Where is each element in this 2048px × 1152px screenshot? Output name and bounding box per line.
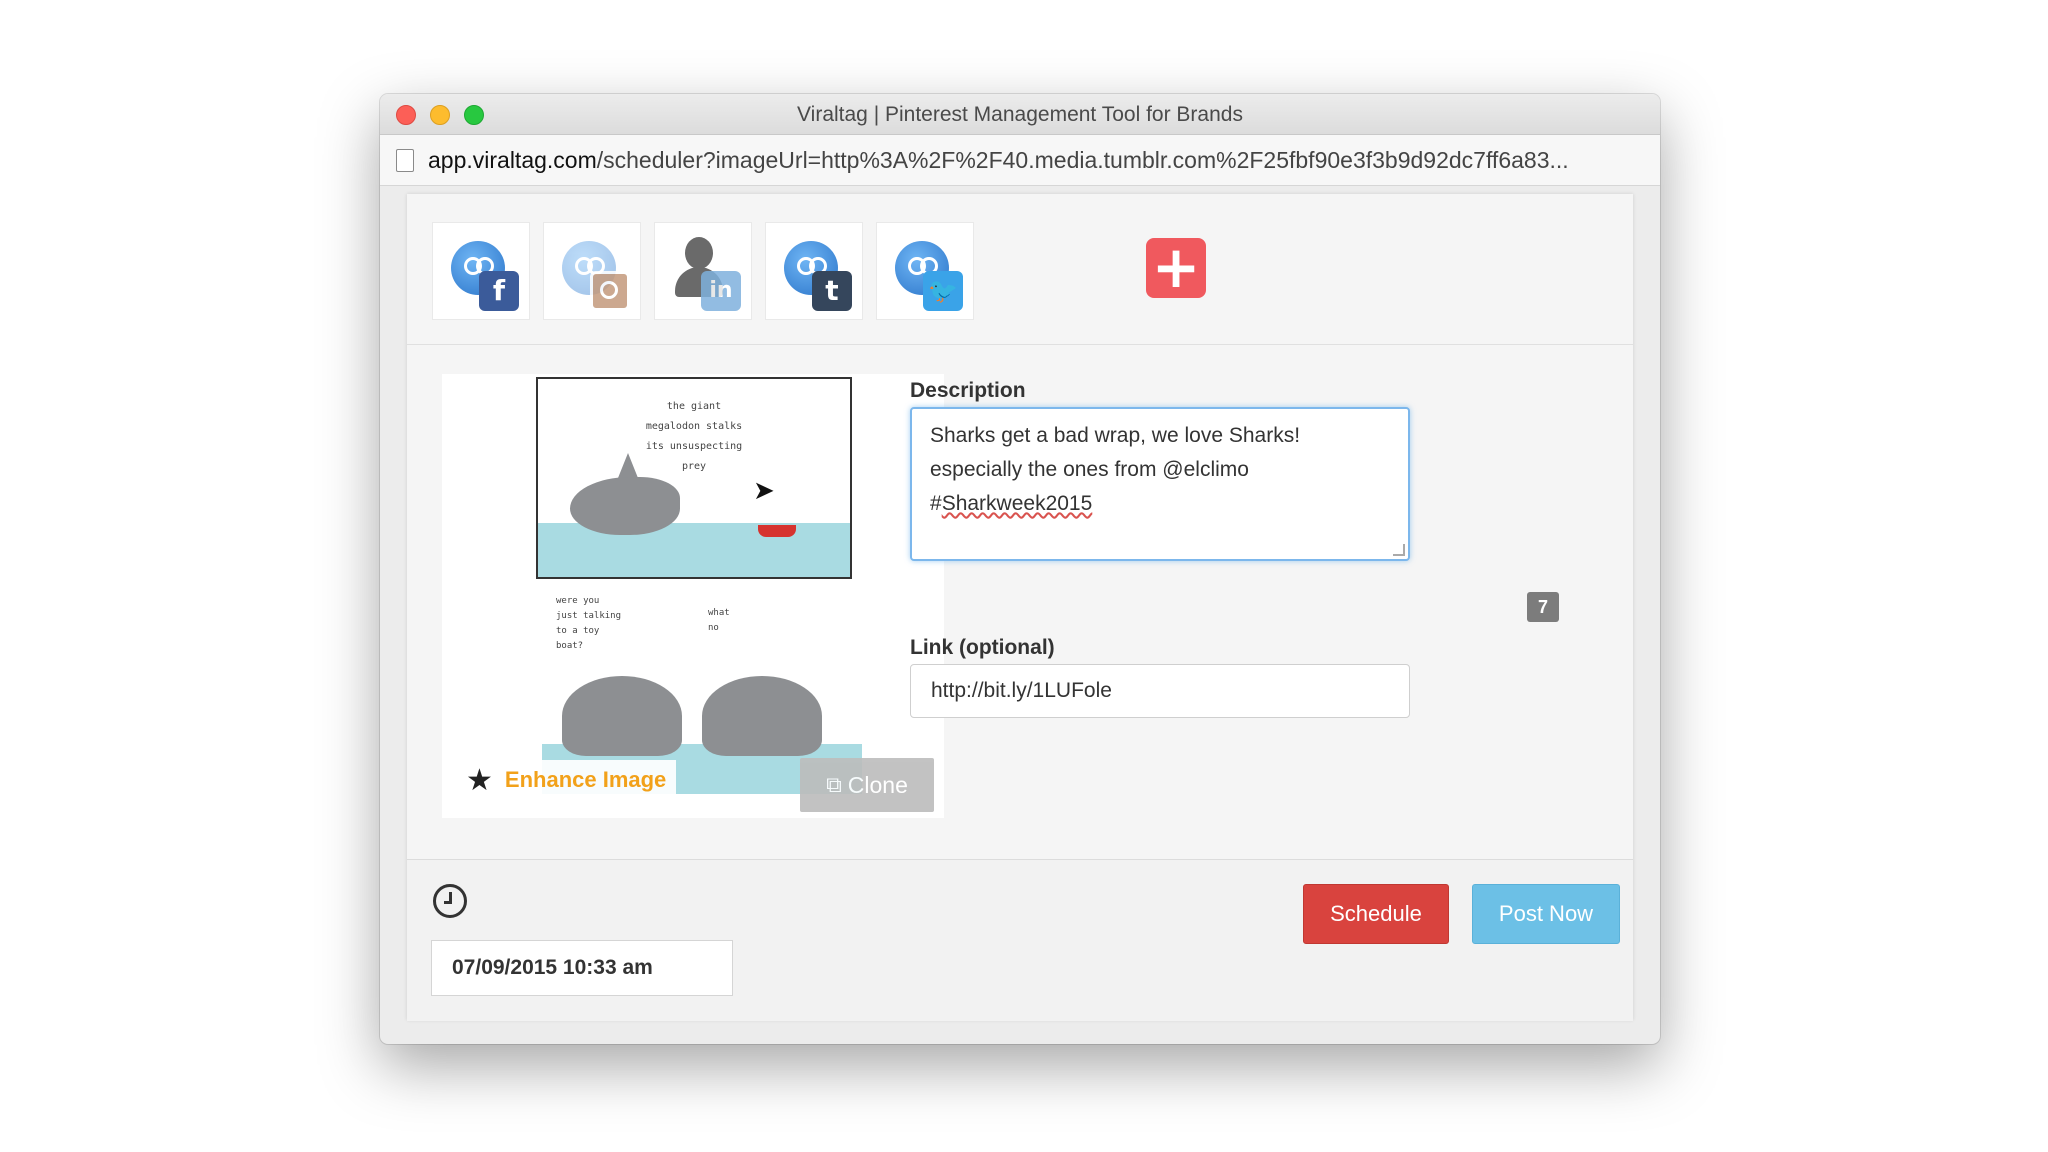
window-title: Viraltag | Pinterest Management Tool for… [797, 103, 1243, 126]
add-account-button[interactable]: + [1146, 238, 1206, 298]
link-label: Link (optional) [910, 636, 1055, 659]
resize-handle[interactable] [1393, 544, 1405, 556]
url-domain: app.viraltag.com [428, 147, 597, 173]
page-icon [396, 149, 414, 172]
clock-icon[interactable] [433, 884, 467, 918]
clone-button[interactable]: ⧉ Clone [800, 758, 934, 812]
account-tumblr[interactable]: t [765, 222, 863, 320]
description-textarea[interactable]: Sharks get a bad wrap, we love Sharks! e… [910, 407, 1410, 561]
mouse-cursor-icon: ➤ [753, 475, 775, 505]
comic-speech-right: what no [708, 608, 730, 633]
datetime-input[interactable]: 07/09/2015 10:33 am [431, 940, 733, 996]
account-twitter[interactable]: 🐦 [876, 222, 974, 320]
schedule-footer: 07/09/2015 10:33 am Schedule Post Now [407, 859, 1633, 1021]
linkedin-icon: in [701, 271, 741, 311]
comic-speech-left: were you just talking to a toy boat? [556, 596, 622, 651]
twitter-icon: 🐦 [923, 271, 963, 311]
title-bar: Viraltag | Pinterest Management Tool for… [380, 94, 1660, 135]
character-count-badge: 7 [1527, 592, 1559, 622]
description-line: especially the ones from @elclimo [930, 458, 1249, 481]
instagram-icon [590, 271, 630, 311]
url-path: /scheduler?imageUrl=http%3A%2F%2F40.medi… [596, 147, 1569, 173]
address-bar[interactable]: app.viraltag.com/scheduler?imageUrl=http… [380, 135, 1660, 186]
copy-icon: ⧉ [826, 772, 842, 797]
enhance-image-label: Enhance Image [504, 767, 667, 792]
description-line: Sharks get a bad wrap, we love Sharks! [930, 424, 1301, 447]
description-hash: # [930, 492, 942, 515]
shark-illustration [562, 676, 682, 756]
account-facebook[interactable]: f [432, 222, 530, 320]
scheduler-card: f in t 🐦 + the giant megalodon stalks it… [407, 194, 1633, 1021]
post-now-button[interactable]: Post Now [1472, 884, 1620, 944]
facebook-icon: f [479, 271, 519, 311]
shark-illustration [570, 477, 680, 535]
description-hashtag: Sharkweek2015 [941, 492, 1093, 515]
link-input[interactable]: http://bit.ly/1LUFole [910, 664, 1410, 718]
description-label: Description [910, 379, 1026, 402]
clone-label: Clone [847, 771, 908, 798]
comic-panel-top: the giant megalodon stalks its unsuspect… [536, 377, 852, 579]
shark-illustration [702, 676, 822, 756]
pin-image-preview: the giant megalodon stalks its unsuspect… [442, 374, 944, 818]
comic-water [538, 523, 850, 577]
schedule-button[interactable]: Schedule [1303, 884, 1449, 944]
enhance-image-button[interactable]: ★ Enhance Image [456, 760, 677, 800]
account-instagram[interactable] [543, 222, 641, 320]
url-text[interactable]: app.viraltag.com/scheduler?imageUrl=http… [428, 147, 1646, 174]
account-linkedin[interactable]: in [654, 222, 752, 320]
tumblr-icon: t [812, 271, 852, 311]
toy-boat-illustration [758, 525, 796, 537]
browser-window: Viraltag | Pinterest Management Tool for… [380, 94, 1660, 1044]
account-selector: f in t 🐦 + [407, 194, 1633, 345]
comic-caption-top: the giant megalodon stalks its unsuspect… [645, 401, 743, 472]
star-icon: ★ [466, 763, 493, 797]
